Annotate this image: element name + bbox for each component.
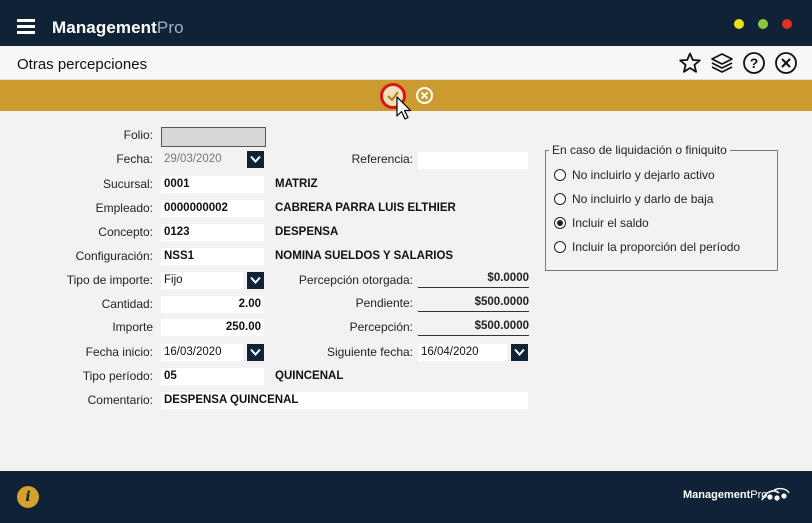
empleado-label: Empleado: (95, 201, 153, 215)
radio-button[interactable] (554, 169, 566, 181)
siguiente-fecha-date-picker-button[interactable] (511, 344, 528, 361)
radio-button[interactable] (554, 241, 566, 253)
hamburger-menu-icon[interactable] (17, 19, 35, 34)
percepcion-label: Percepción: (349, 320, 413, 334)
empleado-input[interactable]: 0000000002 (161, 200, 264, 217)
close-window-button[interactable] (782, 19, 792, 29)
radio-button[interactable] (554, 193, 566, 205)
fecha-date-picker-button[interactable] (247, 151, 264, 168)
configuracion-description: NOMINA SUELDOS Y SALARIOS (275, 250, 454, 262)
cantidad-input[interactable]: 2.00 (161, 296, 264, 313)
importe-label: Importe (112, 320, 153, 334)
folio-field (161, 127, 266, 147)
liquidacion-legend: En caso de liquidación o finiquito (549, 143, 730, 157)
siguiente-fecha-label: Siguiente fecha: (326, 345, 413, 359)
fecha-label: Fecha: (116, 152, 153, 166)
footer-brand-main: Management (683, 489, 751, 501)
fecha-inicio-label: Fecha inicio: (85, 345, 153, 359)
percepcion-otorgada-value: $0.0000 (418, 270, 529, 288)
star-icon[interactable] (678, 51, 702, 75)
percepcion-value: $500.0000 (418, 318, 529, 336)
footer-brand: ManagementPro (683, 489, 767, 501)
pendiente-label: Pendiente: (355, 296, 413, 310)
sucursal-input[interactable]: 0001 (161, 176, 264, 193)
percepcion-otorgada-label: Percepción otorgada: (298, 273, 413, 287)
sucursal-label: Sucursal: (102, 177, 153, 191)
importe-input[interactable]: 250.00 (161, 319, 264, 336)
tipo-importe-dropdown-button[interactable] (247, 272, 264, 289)
maximize-window-button[interactable] (758, 19, 768, 29)
radio-label: Incluir la proporción del período (572, 240, 741, 254)
svg-text:?: ? (750, 55, 759, 71)
chevron-down-icon (250, 155, 261, 163)
page-titlebar: Otras percepciones ? (0, 46, 812, 80)
app-brand: ManagementPro (52, 18, 184, 38)
sucursal-description: MATRIZ (275, 178, 318, 190)
info-icon[interactable]: i (17, 486, 39, 508)
brand-main: Management (52, 18, 157, 37)
comentario-input[interactable]: DESPENSA QUINCENAL (161, 392, 528, 409)
layers-icon[interactable] (710, 51, 734, 75)
brand-logo-icon (761, 487, 790, 501)
referencia-label: Referencia: (351, 152, 413, 166)
configuracion-label: Configuración: (75, 249, 153, 263)
radio-label: Incluir el saldo (572, 216, 649, 230)
cancel-icon (420, 91, 429, 100)
siguiente-fecha-input[interactable]: 16/04/2020 (418, 344, 507, 361)
empleado-description: CABRERA PARRA LUIS ELTHIER (275, 202, 456, 214)
fecha-inicio-date-picker-button[interactable] (247, 344, 264, 361)
tipo-importe-select[interactable]: Fijo (161, 272, 243, 289)
concepto-label: Concepto: (98, 225, 153, 239)
minimize-window-button[interactable] (734, 19, 744, 29)
cancel-button[interactable] (416, 87, 433, 104)
radio-button-selected[interactable] (554, 217, 566, 229)
app-footer: i ManagementPro (0, 471, 812, 523)
radio-label: No incluirlo y dejarlo activo (572, 168, 715, 182)
referencia-input[interactable] (418, 152, 528, 169)
chevron-down-icon (250, 276, 261, 284)
fecha-inicio-input[interactable]: 16/03/2020 (161, 344, 243, 361)
chevron-down-icon (250, 348, 261, 356)
tipo-periodo-description: QUINCENAL (275, 370, 344, 382)
help-icon[interactable]: ? (742, 51, 766, 75)
tipo-importe-label: Tipo de importe: (66, 273, 153, 287)
fecha-field: 29/03/2020 (164, 153, 222, 165)
cantidad-label: Cantidad: (101, 297, 153, 311)
close-icon[interactable] (774, 51, 798, 75)
brand-pro: Pro (156, 18, 184, 37)
chevron-down-icon (514, 348, 525, 356)
configuracion-input[interactable]: NSS1 (161, 248, 264, 265)
pendiente-value: $500.0000 (418, 294, 529, 312)
tipo-periodo-input[interactable]: 05 (161, 368, 264, 385)
app-header: ManagementPro (0, 0, 812, 46)
page-title: Otras percepciones (17, 56, 148, 73)
comentario-label: Comentario: (87, 393, 153, 407)
concepto-description: DESPENSA (275, 226, 339, 238)
radio-label: No incluirlo y darlo de baja (572, 192, 714, 206)
tipo-periodo-label: Tipo período: (82, 369, 153, 383)
mouse-cursor-icon (396, 96, 412, 120)
concepto-input[interactable]: 0123 (161, 224, 264, 241)
folio-label: Folio: (123, 128, 153, 142)
